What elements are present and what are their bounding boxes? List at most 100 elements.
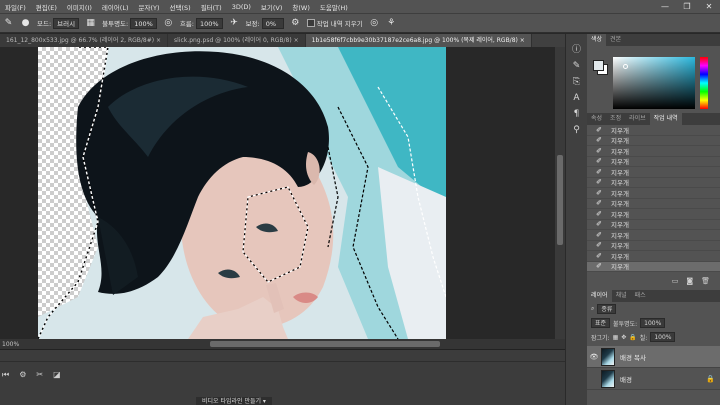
history-item[interactable]: ✐ 지우개 xyxy=(587,188,720,199)
transition-icon[interactable]: ◪ xyxy=(53,370,61,380)
layer-thumbnail xyxy=(601,369,615,388)
menu-select[interactable]: 선택(S) xyxy=(165,2,196,12)
color-picker-ring[interactable] xyxy=(623,64,628,69)
blend-mode-select[interactable]: 표준 xyxy=(591,318,611,328)
history-item[interactable]: ✐ 지우개 xyxy=(587,178,720,188)
history-item[interactable]: ✐ 지우개 xyxy=(587,241,720,251)
brush-icon[interactable]: ✎ xyxy=(573,61,581,71)
layer-filter-select[interactable]: 종류 xyxy=(597,304,617,314)
lock-pixels-icon[interactable]: ▦ xyxy=(613,334,619,341)
menu-edit[interactable]: 편집(E) xyxy=(31,2,62,12)
eraser-icon: ✐ xyxy=(596,251,602,260)
pressure-opacity-icon[interactable]: ◎ xyxy=(163,18,174,29)
history-item-selected[interactable]: ✐ 지우개 xyxy=(587,261,720,272)
tab-layers[interactable]: 레이어 xyxy=(587,290,612,302)
settings-icon[interactable]: ⚙ xyxy=(19,370,26,380)
history-item[interactable]: ✐ 지우개 xyxy=(587,136,720,146)
tab-swatches[interactable]: 견본 xyxy=(606,34,625,46)
smoothing-input[interactable]: 0% xyxy=(261,17,284,29)
info-icon[interactable]: ⓘ xyxy=(572,42,581,55)
lock-all-icon[interactable]: 🔒 xyxy=(629,334,636,341)
tool-presets-icon[interactable]: ⚲ xyxy=(573,125,580,135)
gear-icon[interactable]: ⚙ xyxy=(290,18,301,29)
eraser-icon: ✐ xyxy=(596,178,602,187)
menu-file[interactable]: 파일(F) xyxy=(0,2,31,12)
menu-3d[interactable]: 3D(D) xyxy=(227,3,256,11)
opacity-field: 불투명도: 100% xyxy=(102,17,157,29)
portrait-image xyxy=(38,47,446,339)
fill-label: 칠: xyxy=(639,334,648,342)
lock-position-icon[interactable]: ✥ xyxy=(621,334,626,341)
layer-opacity-input[interactable]: 100% xyxy=(640,318,666,328)
history-item[interactable]: ✐ 지우개 xyxy=(587,125,720,136)
menu-help[interactable]: 도움말(H) xyxy=(315,2,353,12)
timeline-panel: ⏮ ⚙ ✂ ◪ 비디오 타임라인 만들기 ▾ xyxy=(0,349,565,405)
history-item[interactable]: ✐ 지우개 xyxy=(587,209,720,220)
tab-history[interactable]: 작업 내역 xyxy=(649,113,682,125)
toggle-brush-panel-icon[interactable]: ▦ xyxy=(85,18,96,29)
tab-color[interactable]: 색상 xyxy=(587,34,607,46)
eraser-icon: ✐ xyxy=(596,125,602,134)
document-tabs: 161_12_800x533.jpg @ 66.7% (레이어 2, RGB/8… xyxy=(0,34,565,47)
create-video-timeline-button[interactable]: 비디오 타임라인 만들기 ▾ xyxy=(196,397,272,405)
history-item[interactable]: ✐ 지우개 xyxy=(587,199,720,209)
tab-document-3[interactable]: 1b1e58f6f7cbb9e30b37187e2ce6a8.jpg @ 100… xyxy=(305,34,532,47)
close-button[interactable]: ✕ xyxy=(698,0,720,13)
flow-input[interactable]: 100% xyxy=(195,17,223,29)
new-document-from-state-icon[interactable]: ▭ xyxy=(672,277,679,285)
horizontal-scroll-thumb[interactable] xyxy=(210,341,440,347)
menu-type[interactable]: 문자(Y) xyxy=(134,2,165,12)
history-item[interactable]: ✐ 지우개 xyxy=(587,251,720,262)
split-icon[interactable]: ✂ xyxy=(36,370,43,380)
mode-select[interactable]: 브러시 xyxy=(53,17,80,29)
menu-window[interactable]: 창(W) xyxy=(287,2,314,12)
brush-preset-icon[interactable]: ● xyxy=(20,18,31,29)
airbrush-icon[interactable]: ✈ xyxy=(229,18,240,29)
character-icon[interactable]: A xyxy=(573,93,579,103)
visibility-eye-icon[interactable]: 👁 xyxy=(587,353,601,361)
history-item[interactable]: ✐ 지우개 xyxy=(587,220,720,230)
tab-libraries[interactable]: 라이브 xyxy=(625,113,650,125)
fill-input[interactable]: 100% xyxy=(650,332,676,342)
paragraph-icon[interactable]: ¶ xyxy=(574,109,580,119)
tab-document-2[interactable]: slick.png.psd @ 100% (레이어 0, RGB/8) × xyxy=(168,34,306,47)
menu-filter[interactable]: 필터(T) xyxy=(196,2,227,12)
tab-properties[interactable]: 속성 xyxy=(587,113,606,125)
color-field[interactable] xyxy=(613,57,695,109)
trash-icon[interactable]: 🗑 xyxy=(701,277,710,285)
history-item-label: 지우개 xyxy=(611,189,629,198)
horizontal-scrollbar[interactable] xyxy=(30,339,565,349)
hue-slider[interactable] xyxy=(700,57,708,109)
clone-source-icon[interactable]: ⎘ xyxy=(573,77,580,87)
history-item[interactable]: ✐ 지우개 xyxy=(587,167,720,178)
symmetry-icon[interactable]: ⚘ xyxy=(386,18,397,29)
tab-channels[interactable]: 채널 xyxy=(612,290,631,302)
layer-row[interactable]: 👁 배경 복사 xyxy=(587,346,720,368)
menu-view[interactable]: 보기(V) xyxy=(256,2,287,12)
foreground-color-swatch[interactable] xyxy=(593,60,604,71)
history-item[interactable]: ✐ 지우개 xyxy=(587,230,720,241)
canvas-area[interactable] xyxy=(0,47,555,339)
camera-snapshot-icon[interactable]: ◙ xyxy=(686,277,693,285)
restore-button[interactable]: ❐ xyxy=(676,0,698,13)
document-canvas[interactable] xyxy=(38,47,446,339)
history-item[interactable]: ✐ 지우개 xyxy=(587,157,720,167)
opacity-input[interactable]: 100% xyxy=(130,17,157,29)
eraser-tool-icon[interactable]: ✎ xyxy=(3,18,14,29)
tab-adjustments[interactable]: 조정 xyxy=(606,113,625,125)
first-frame-icon[interactable]: ⏮ xyxy=(2,370,9,380)
pressure-size-icon[interactable]: ◎ xyxy=(369,18,380,29)
history-item-label: 지우개 xyxy=(611,126,629,135)
vertical-scroll-thumb[interactable] xyxy=(557,155,563,245)
layer-row[interactable]: 배경 🔒 xyxy=(587,368,720,390)
history-item[interactable]: ✐ 지우개 xyxy=(587,146,720,157)
menu-layer[interactable]: 레이어(L) xyxy=(97,2,134,12)
vertical-scrollbar[interactable] xyxy=(555,47,565,339)
zoom-level[interactable]: 100% xyxy=(0,341,30,348)
history-item-label: 지우개 xyxy=(611,231,629,240)
tab-paths[interactable]: 패스 xyxy=(631,290,650,302)
tab-document-1[interactable]: 161_12_800x533.jpg @ 66.7% (레이어 2, RGB/8… xyxy=(0,34,169,47)
menu-image[interactable]: 이미지(I) xyxy=(62,2,97,12)
erase-history-checkbox[interactable] xyxy=(306,19,315,27)
minimize-button[interactable]: — xyxy=(654,0,676,13)
